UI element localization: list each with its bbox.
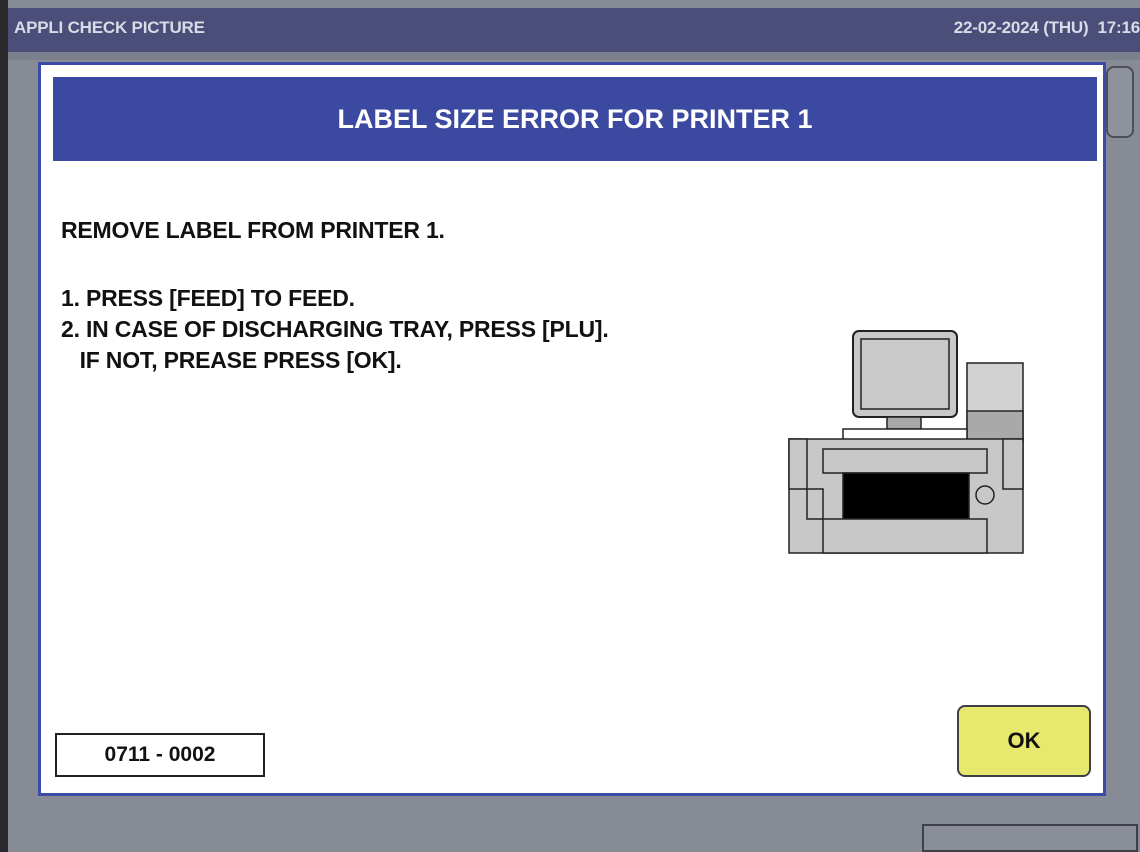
body-left-step (806, 488, 824, 520)
instruction-step: 1. PRESS [FEED] TO FEED. (61, 285, 355, 311)
app-title: APPLI CHECK PICTURE (14, 18, 205, 37)
error-dialog: LABEL SIZE ERROR FOR PRINTER 1 REMOVE LA… (38, 62, 1106, 796)
body-base (822, 518, 988, 554)
instruction-step: 2. IN CASE OF DISCHARGING TRAY, PRESS [P… (61, 316, 609, 342)
body-left-panel (788, 438, 808, 490)
ok-button[interactable]: OK (957, 705, 1091, 777)
bottom-status-field (922, 824, 1138, 852)
knob-icon (975, 485, 995, 505)
date-time: 22-02-2024 (THU) 17:16 (953, 18, 1140, 37)
tray-top (822, 448, 988, 474)
background-strip (8, 52, 1140, 60)
error-code: 0711 - 0002 (55, 733, 265, 777)
instruction-step: IF NOT, PREASE PRESS [OK]. (61, 347, 402, 373)
screen: APPLI CHECK PICTURE 22-02-2024 (THU) 17:… (0, 0, 1140, 852)
dialog-title: LABEL SIZE ERROR FOR PRINTER 1 (53, 77, 1097, 161)
label-slot (842, 472, 970, 520)
screen-bezel (0, 0, 8, 852)
printer-tower-slot (966, 410, 1024, 442)
body-right-panel (1002, 438, 1024, 490)
monitor-stand (886, 416, 922, 430)
top-status-bar: APPLI CHECK PICTURE 22-02-2024 (THU) 17:… (8, 8, 1140, 52)
error-message: REMOVE LABEL FROM PRINTER 1. (61, 217, 445, 243)
monitor-screen (860, 338, 950, 410)
instruction-steps: 1. PRESS [FEED] TO FEED. 2. IN CASE OF D… (61, 283, 609, 376)
printer-scale-icon (788, 330, 1024, 554)
side-tab-handle[interactable] (1106, 66, 1134, 138)
